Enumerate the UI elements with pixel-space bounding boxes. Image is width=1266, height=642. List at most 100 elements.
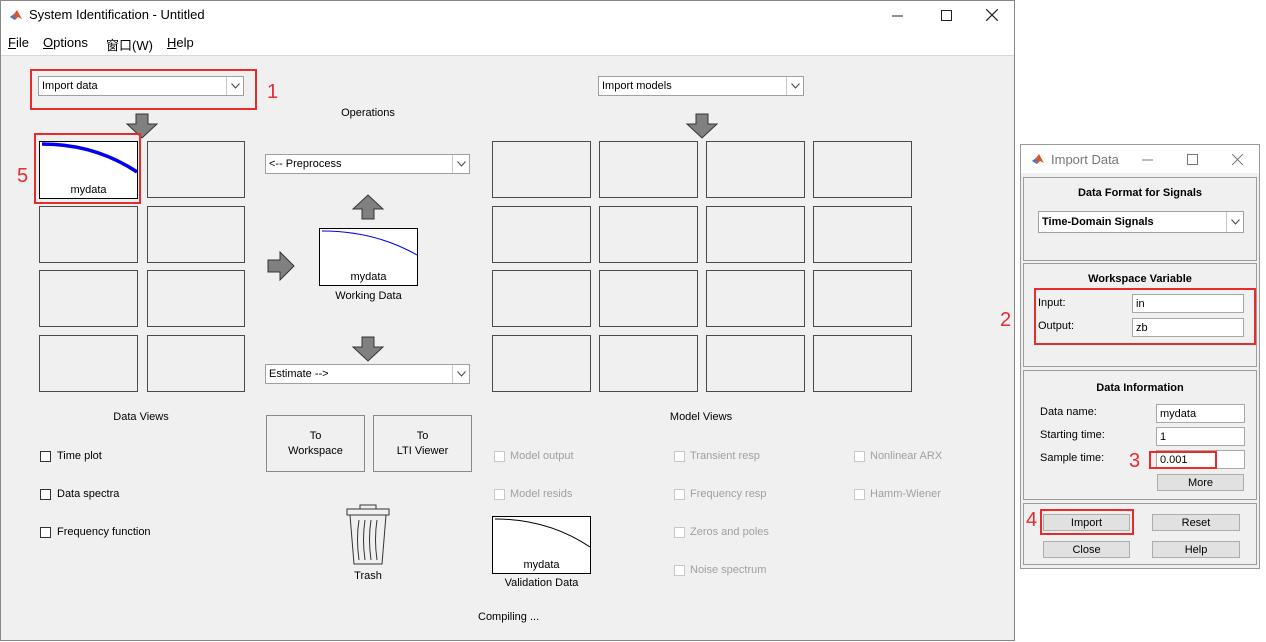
data-tile-empty[interactable] xyxy=(147,270,245,327)
data-tile-empty[interactable] xyxy=(147,206,245,263)
to-lti-line2: LTI Viewer xyxy=(396,444,449,457)
time-plot-checkbox[interactable] xyxy=(40,451,51,462)
system-identification-window: System Identification - Untitled File Op… xyxy=(0,0,1015,641)
model-tile-empty[interactable] xyxy=(492,141,591,198)
model-output-checkbox[interactable] xyxy=(494,451,505,462)
dialog-title-bar: Import Data xyxy=(1021,145,1259,173)
zeros-poles-checkbox[interactable] xyxy=(674,527,685,538)
annotation-number-3: 3 xyxy=(1129,450,1141,472)
model-resids-checkbox[interactable] xyxy=(494,489,505,500)
reset-button[interactable]: Reset xyxy=(1152,514,1240,531)
to-workspace-button[interactable]: To Workspace xyxy=(266,415,365,472)
data-format-select[interactable]: Time-Domain Signals xyxy=(1038,211,1244,233)
minimize-icon[interactable] xyxy=(875,1,919,29)
help-button[interactable]: Help xyxy=(1152,541,1240,558)
minimize-icon[interactable] xyxy=(1127,145,1167,173)
model-tile-empty[interactable] xyxy=(599,270,698,327)
model-tile-empty[interactable] xyxy=(813,270,912,327)
status-text: Compiling ... xyxy=(478,611,540,623)
frequency-function-checkbox[interactable] xyxy=(40,527,51,538)
hamm-wiener-checkbox[interactable] xyxy=(854,489,865,500)
chevron-down-icon xyxy=(452,155,469,173)
chevron-down-icon xyxy=(452,365,469,383)
data-tile-empty[interactable] xyxy=(147,335,245,392)
data-tile-empty[interactable] xyxy=(147,141,245,198)
close-icon[interactable] xyxy=(1217,145,1257,173)
dialog-title: Import Data xyxy=(1051,152,1119,167)
starting-time-label: Starting time: xyxy=(1040,429,1105,441)
trash-label: Trash xyxy=(354,570,382,582)
validation-data-caption: Validation Data xyxy=(504,577,579,589)
annotation-number-5: 5 xyxy=(17,165,29,187)
model-tile-empty[interactable] xyxy=(599,335,698,392)
menu-file[interactable]: File xyxy=(8,35,29,50)
annotation-box-3 xyxy=(1149,451,1217,469)
arrow-right-icon xyxy=(267,251,295,281)
frequency-resp-checkbox[interactable] xyxy=(674,489,685,500)
validation-data-tile[interactable]: mydata xyxy=(492,516,591,574)
validation-data-plot xyxy=(494,518,590,548)
model-tile-empty[interactable] xyxy=(813,141,912,198)
to-workspace-line2: Workspace xyxy=(288,444,343,457)
close-button[interactable]: Close xyxy=(1043,541,1130,558)
arrow-up-icon xyxy=(351,194,385,220)
data-name-label: Data name: xyxy=(1040,406,1097,418)
menu-options[interactable]: Options xyxy=(43,35,88,50)
maximize-icon[interactable] xyxy=(924,1,968,29)
data-tile-empty[interactable] xyxy=(39,270,138,327)
maximize-icon[interactable] xyxy=(1172,145,1212,173)
preprocess-value: <-- Preprocess xyxy=(269,158,342,170)
annotation-box-5 xyxy=(34,133,141,204)
transient-resp-checkbox[interactable] xyxy=(674,451,685,462)
annotation-box-2 xyxy=(1034,288,1256,345)
annotation-number-1: 1 xyxy=(267,81,279,103)
data-information-panel: Data Information Data name: mydata Start… xyxy=(1023,370,1257,500)
working-data-tile[interactable]: mydata xyxy=(319,228,418,286)
model-tile-empty[interactable] xyxy=(813,335,912,392)
model-tile-empty[interactable] xyxy=(813,206,912,263)
to-lti-viewer-button[interactable]: To LTI Viewer xyxy=(373,415,472,472)
data-tile-empty[interactable] xyxy=(39,335,138,392)
model-tile-empty[interactable] xyxy=(706,206,805,263)
hamm-wiener-label: Hamm-Wiener xyxy=(870,488,941,500)
nonlinear-arx-checkbox[interactable] xyxy=(854,451,865,462)
model-tile-empty[interactable] xyxy=(492,270,591,327)
data-name-field[interactable]: mydata xyxy=(1156,404,1245,423)
working-data-plot xyxy=(321,230,417,256)
menu-help[interactable]: Help xyxy=(167,35,194,50)
model-tile-empty[interactable] xyxy=(492,206,591,263)
arrow-down-icon xyxy=(351,336,385,362)
model-tile-empty[interactable] xyxy=(706,270,805,327)
model-tile-empty[interactable] xyxy=(706,141,805,198)
nonlinear-arx-label: Nonlinear ARX xyxy=(870,450,943,462)
starting-time-field[interactable]: 1 xyxy=(1156,427,1245,446)
model-tile-empty[interactable] xyxy=(706,335,805,392)
data-spectra-checkbox[interactable] xyxy=(40,489,51,500)
import-models-select[interactable]: Import models xyxy=(598,76,804,96)
chevron-down-icon xyxy=(1226,212,1243,232)
model-tile-empty[interactable] xyxy=(492,335,591,392)
data-format-value: Time-Domain Signals xyxy=(1042,216,1154,228)
data-tile-empty[interactable] xyxy=(39,206,138,263)
model-tile-empty[interactable] xyxy=(599,206,698,263)
annotation-number-2: 2 xyxy=(1000,309,1012,331)
estimate-value: Estimate --> xyxy=(269,368,329,380)
arrow-down-icon xyxy=(685,113,719,139)
import-models-value: Import models xyxy=(602,80,672,92)
preprocess-select[interactable]: <-- Preprocess xyxy=(265,154,470,174)
noise-spectrum-checkbox[interactable] xyxy=(674,565,685,576)
model-resids-label: Model resids xyxy=(510,488,573,500)
matlab-logo-icon xyxy=(10,10,22,20)
estimate-select[interactable]: Estimate --> xyxy=(265,364,470,384)
sample-time-label: Sample time: xyxy=(1040,452,1105,464)
annotation-box-1 xyxy=(30,69,257,110)
menu-window[interactable]: 窗口(W) xyxy=(106,35,153,54)
window-title: System Identification - Untitled xyxy=(29,7,205,22)
close-icon[interactable] xyxy=(970,1,1014,29)
more-button[interactable]: More xyxy=(1157,474,1244,491)
trash-icon[interactable] xyxy=(345,504,391,566)
model-output-label: Model output xyxy=(510,450,574,462)
model-tile-empty[interactable] xyxy=(599,141,698,198)
workspace-variable-panel: Workspace Variable Input: in Output: zb xyxy=(1023,263,1257,367)
working-data-name: mydata xyxy=(350,271,387,283)
